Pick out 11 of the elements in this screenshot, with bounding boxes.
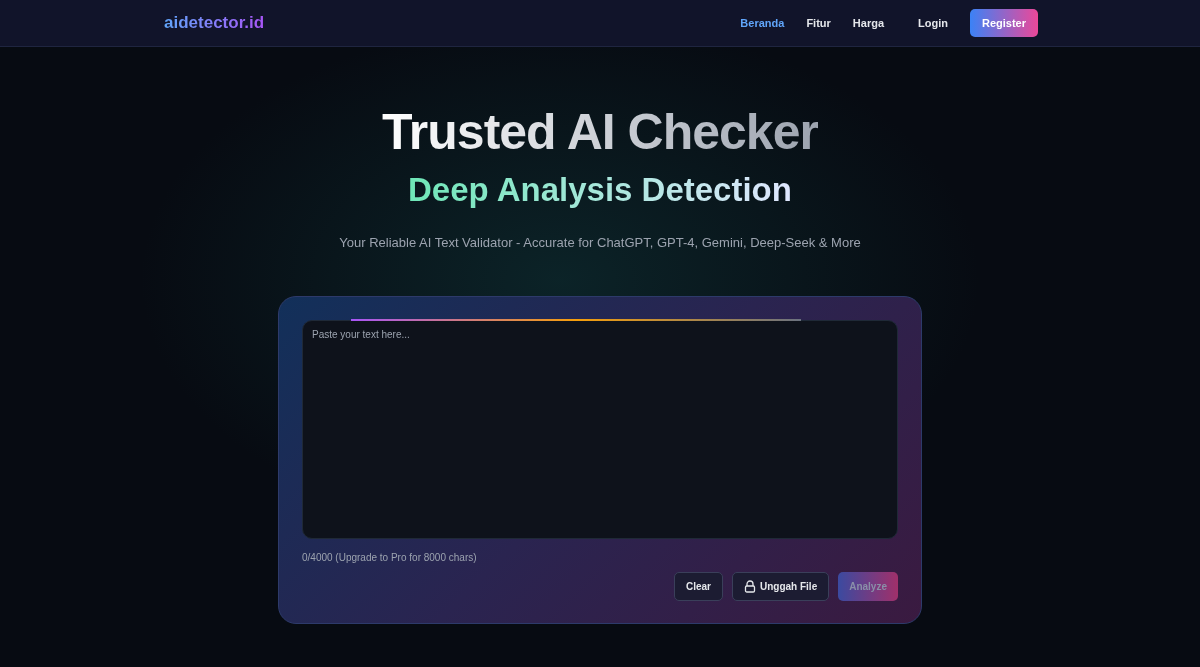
lock-icon [743, 580, 756, 593]
nav-link[interactable]: Fitur [806, 17, 831, 29]
login-link[interactable]: Login [918, 17, 948, 29]
character-counter: 0/4000 (Upgrade to Pro for 8000 chars) [302, 552, 478, 563]
action-button[interactable]: Clear [673, 572, 723, 601]
text-input-field[interactable]: Paste your text here... [302, 320, 898, 539]
action-button[interactable]: Unggah File [731, 572, 830, 601]
hero-tagline: Your Reliable AI Text Validator - Accurate for ChatGPT, GPT-4, Gemini, Deep-Seek & More [339, 235, 861, 250]
register-button[interactable]: Register [969, 9, 1038, 37]
nav-link[interactable]: Harga [852, 17, 885, 29]
nav-link[interactable]: Beranda [740, 17, 785, 29]
